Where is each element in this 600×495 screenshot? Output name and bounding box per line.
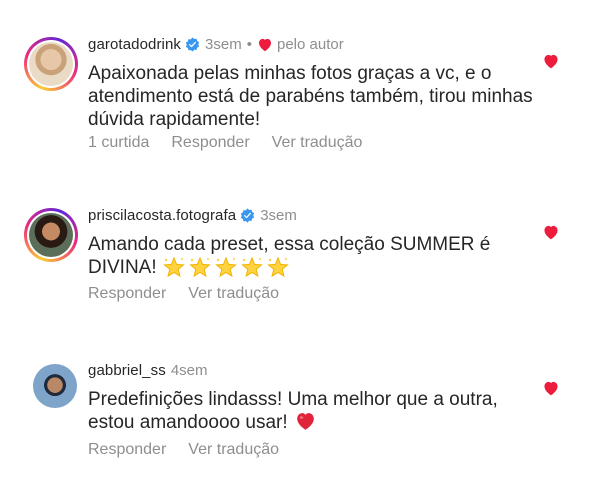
comment-actions: 1 curtida Responder Ver tradução (88, 134, 362, 152)
separator-dot: • (246, 36, 252, 53)
username[interactable]: priscilacosta.fotografa (88, 207, 236, 224)
avatar[interactable] (24, 208, 78, 262)
comment-time: 3sem (205, 36, 242, 53)
comment-meta: gabbriel_ss 4sem (88, 362, 208, 379)
like-heart-icon[interactable] (542, 380, 560, 396)
star-emoji-icon (163, 256, 185, 278)
see-translation-button[interactable]: Ver tradução (272, 134, 363, 152)
comment-actions: Responder Ver tradução (88, 441, 279, 459)
verified-badge-icon (241, 208, 255, 223)
comment-text: Predefinições lindasss! Uma melhor que a… (88, 388, 548, 434)
red-heart-emoji-icon (297, 413, 314, 430)
comment-time: 4sem (170, 362, 208, 379)
star-emoji-icon (189, 256, 211, 278)
like-heart-icon[interactable] (542, 224, 560, 240)
star-emoji-icon (241, 256, 263, 278)
liked-by-author-label: pelo autor (276, 36, 344, 53)
likes-count-link[interactable]: 1 curtida (88, 134, 149, 152)
avatar[interactable] (24, 37, 78, 91)
star-emoji-row (162, 256, 290, 280)
username[interactable]: garotadodrink (88, 36, 181, 53)
comment-actions: Responder Ver tradução (88, 285, 279, 303)
reply-button[interactable]: Responder (88, 441, 166, 459)
see-translation-button[interactable]: Ver tradução (188, 285, 279, 303)
star-emoji-icon (267, 256, 289, 278)
like-heart-icon[interactable] (542, 53, 560, 69)
comment-time: 3sem (260, 207, 297, 224)
star-emoji-icon (215, 256, 237, 278)
see-translation-button[interactable]: Ver tradução (188, 441, 279, 459)
comment-text: Apaixonada pelas minhas fotos graças a v… (88, 63, 533, 130)
reply-button[interactable]: Responder (88, 285, 166, 303)
username[interactable]: gabbriel_ss (88, 362, 166, 379)
comment-text: Amando cada preset, essa coleção SUMMER … (88, 233, 548, 280)
author-liked-heart-icon (258, 38, 271, 52)
comment-meta: priscilacosta.fotografa 3sem (88, 207, 297, 224)
comment-meta: garotadodrink 3sem • pelo autor (88, 36, 344, 53)
avatar[interactable] (33, 364, 77, 408)
comment-text-body: Predefinições lindasss! Uma melhor que a… (88, 389, 498, 433)
reply-button[interactable]: Responder (171, 134, 249, 152)
verified-badge-icon (185, 37, 200, 52)
